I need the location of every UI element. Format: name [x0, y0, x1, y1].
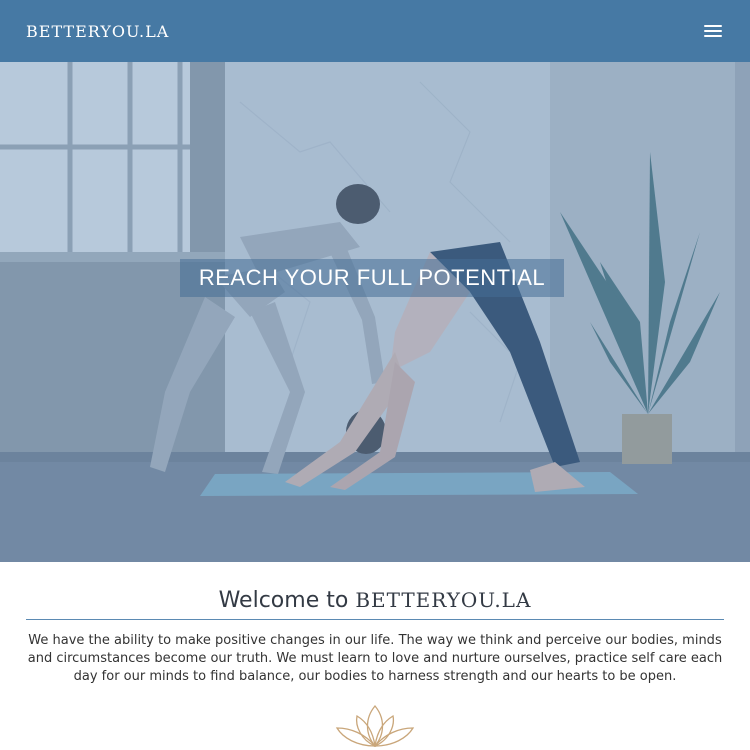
welcome-heading-brand: BETTERYOU.LA: [355, 588, 532, 612]
lotus-icon: [335, 704, 415, 748]
heading-divider: [26, 619, 724, 620]
brand-logo[interactable]: BETTERYOU.LA: [26, 22, 169, 41]
hero-banner: REACH YOUR FULL POTENTIAL: [0, 62, 750, 562]
hero-title: REACH YOUR FULL POTENTIAL: [180, 259, 564, 297]
hero-image: [0, 62, 750, 562]
hamburger-menu-icon[interactable]: [702, 23, 724, 39]
welcome-heading: Welcome to BETTERYOU.LA: [26, 588, 724, 613]
navbar: BETTERYOU.LA: [0, 0, 750, 62]
welcome-section: Welcome to BETTERYOU.LA We have the abil…: [0, 562, 750, 750]
welcome-heading-prefix: Welcome to: [218, 588, 349, 613]
welcome-body-text: We have the ability to make positive cha…: [27, 633, 723, 684]
